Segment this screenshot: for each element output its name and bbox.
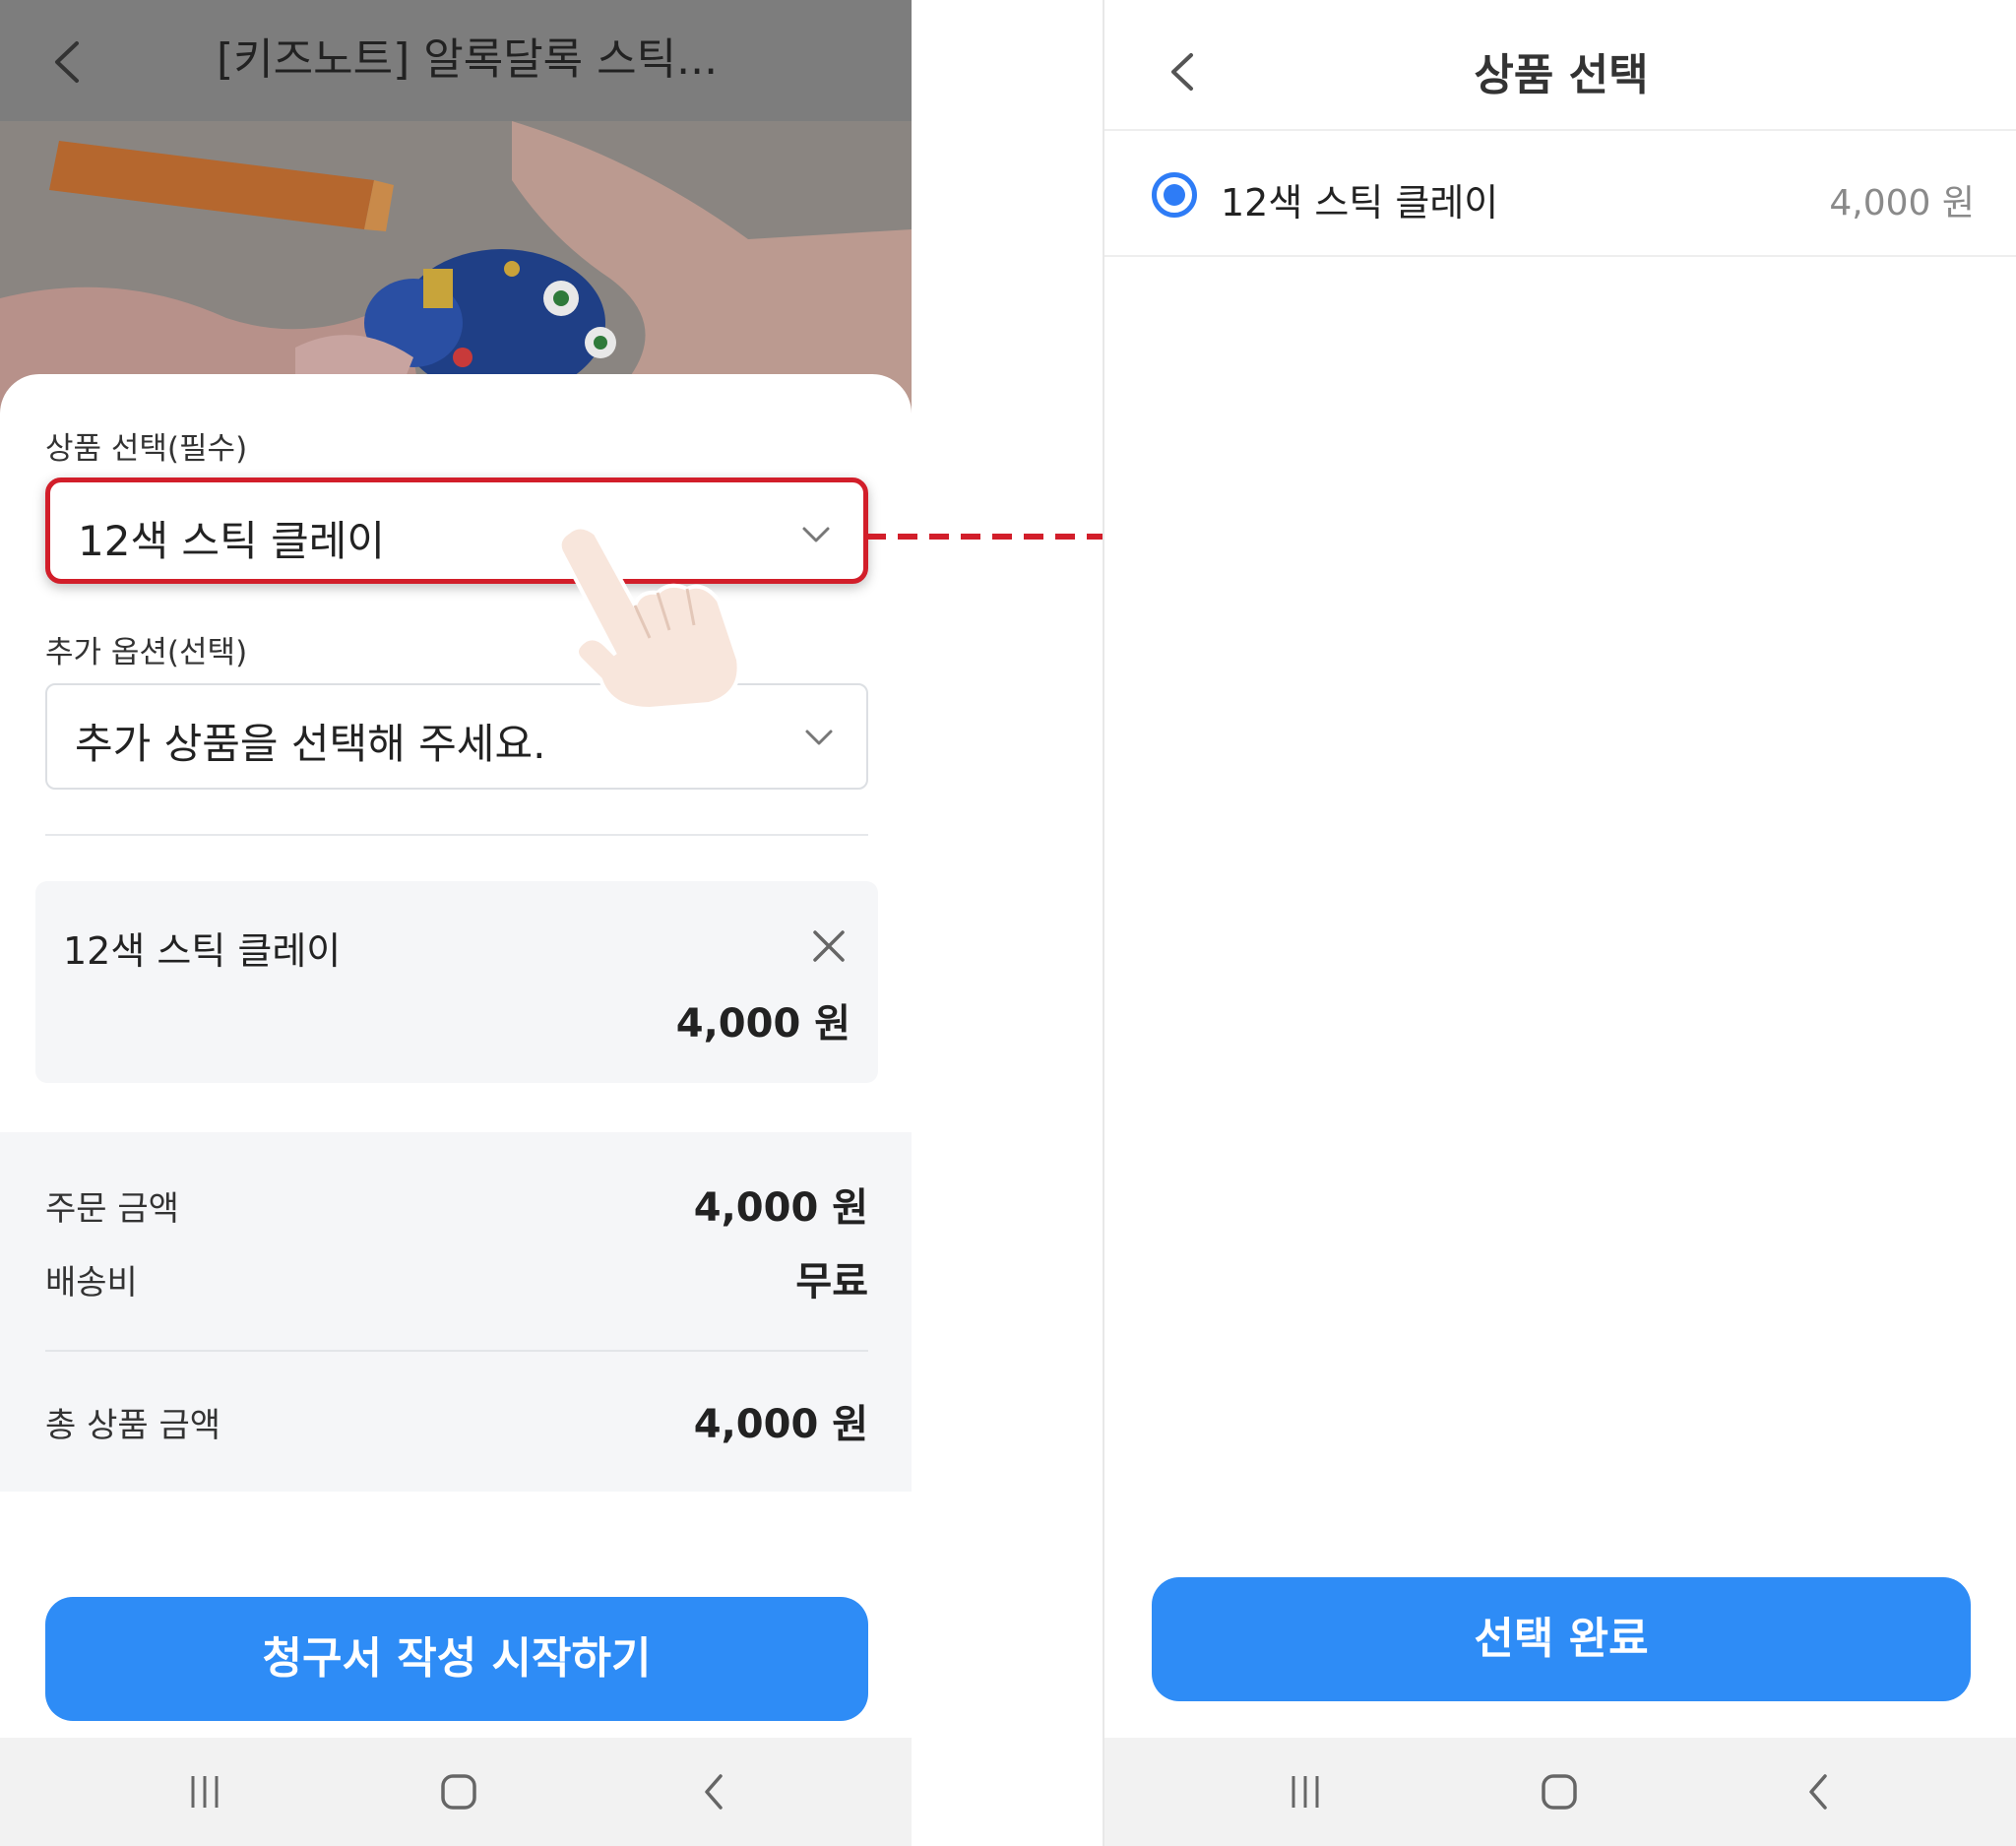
order-summary: 주문 금액 4,000 원 배송비 무료 총 상품 금액 4,000 원: [0, 1132, 912, 1492]
product-select-label: 상품 선택(필수): [45, 431, 248, 467]
option-select-dropdown[interactable]: 추가 상품을 선택해 주세요.: [45, 683, 868, 790]
android-nav-bar: [0, 1738, 912, 1846]
page-title: 상품 선택: [1474, 50, 1649, 100]
product-title: [키즈노트] 알록달록 스틱...: [217, 34, 719, 85]
radio-selected-icon[interactable]: [1152, 172, 1197, 218]
order-amount-value: 4,000 원: [693, 1185, 868, 1231]
shipping-label: 배송비: [45, 1263, 138, 1303]
back-arrow-icon[interactable]: [47, 35, 87, 89]
product-select-value: 12색 스틱 클레이: [78, 517, 385, 565]
product-option-price: 4,000 원: [1829, 183, 1975, 223]
section-divider: [45, 834, 868, 836]
home-icon[interactable]: [1540, 1772, 1579, 1812]
total-amount-label: 총 상품 금액: [45, 1406, 221, 1445]
recent-apps-icon[interactable]: [187, 1772, 222, 1812]
order-amount-label: 주문 금액: [45, 1189, 179, 1229]
left-phone-screen: [키즈노트] 알록달록 스틱... 상품 선택(필수) 12색 스틱 클레이 추…: [0, 0, 912, 1846]
select-header: 상품 선택: [1104, 0, 2016, 131]
shipping-value: 무료: [795, 1259, 868, 1305]
selected-item-price: 4,000 원: [675, 1001, 850, 1047]
select-complete-button[interactable]: 선택 완료: [1152, 1577, 1971, 1701]
clay-photo-illustration: [0, 121, 912, 416]
android-nav-bar: [1104, 1738, 2016, 1846]
option-select-label: 추가 옵션(선택): [45, 635, 248, 670]
product-select-dropdown[interactable]: 12색 스틱 클레이: [45, 477, 868, 584]
summary-divider: [45, 1350, 868, 1352]
recent-apps-icon[interactable]: [1288, 1772, 1323, 1812]
chevron-down-icon: [802, 527, 830, 542]
total-amount-value: 4,000 원: [693, 1402, 868, 1447]
start-invoice-button[interactable]: 청구서 작성 시작하기: [45, 1597, 868, 1721]
product-option-row[interactable]: 12색 스틱 클레이 4,000 원: [1104, 133, 2016, 257]
selected-item-name: 12색 스틱 클레이: [63, 929, 342, 973]
product-hero-image: [0, 121, 912, 416]
chevron-down-icon: [805, 730, 833, 745]
option-select-placeholder: 추가 상품을 선택해 주세요.: [75, 720, 546, 768]
selected-item-card: 12색 스틱 클레이 4,000 원: [35, 881, 878, 1083]
right-phone-screen: 상품 선택 12색 스틱 클레이 4,000 원 선택 완료: [1102, 0, 2016, 1846]
product-header: [키즈노트] 알록달록 스틱...: [0, 0, 912, 121]
home-icon[interactable]: [439, 1772, 478, 1812]
product-option-name: 12색 스틱 클레이: [1221, 181, 1499, 224]
back-icon[interactable]: [1803, 1772, 1833, 1812]
back-icon[interactable]: [699, 1772, 728, 1812]
close-icon[interactable]: [811, 928, 847, 964]
tap-hand-icon: [557, 525, 738, 709]
